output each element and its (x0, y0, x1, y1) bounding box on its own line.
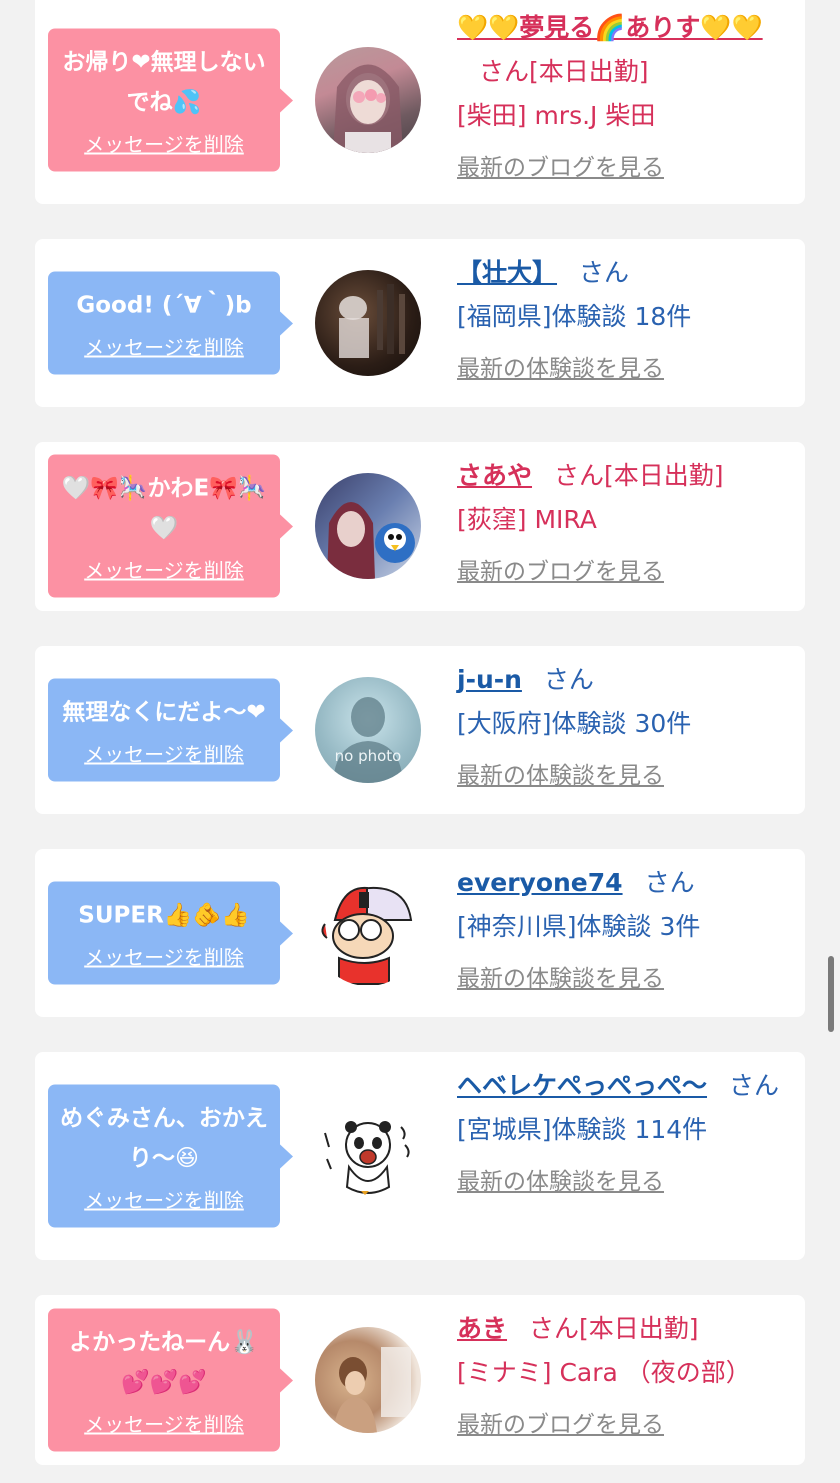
view-latest-link[interactable]: 最新のブログを見る (457, 552, 664, 586)
message-card: お帰り❤無理しないでね💦 メッセージを削除 💛💛夢見る🌈ありす💛💛 さん[本日出勤… (35, 0, 805, 204)
shop-label: [ミナミ] Cara （夜の部） (457, 1358, 751, 1387)
san-label: さん[本日出勤] (479, 57, 649, 86)
view-latest-link[interactable]: 最新のブログを見る (457, 148, 664, 182)
view-latest-link[interactable]: 最新の体験談を見る (457, 349, 664, 383)
avatar[interactable] (315, 270, 421, 376)
message-card: SUPER👍🫵👍 メッセージを削除 everyone74 さん [神奈川県]体験談… (35, 849, 805, 1017)
message-bubble: 🤍🎀🎠かわE🎀🎠🤍 メッセージを削除 (48, 454, 280, 598)
message-card: Good! (´∀｀)b メッセージを削除 【壮大】 さん [福岡県]体験談 18… (35, 239, 805, 407)
message-text: めぐみさん、おかえり〜😆 (60, 1105, 268, 1172)
delete-message-link[interactable]: メッセージを削除 (84, 1185, 244, 1214)
message-bubble: めぐみさん、おかえり〜😆 メッセージを削除 (48, 1084, 280, 1228)
avatar-photo-icon (327, 502, 415, 579)
user-info: j-u-n さん [大阪府]体験談 30件 最新の体験談を見る (457, 658, 791, 790)
message-bubble: 無理なくにだよ〜❤ メッセージを削除 (48, 678, 280, 782)
delete-message-link[interactable]: メッセージを削除 (84, 555, 244, 584)
user-name-link[interactable]: あき (457, 1314, 507, 1343)
review-count-label: [福岡県]体験談 18件 (457, 302, 692, 331)
message-text: 🤍🎀🎠かわE🎀🎠🤍 (61, 475, 267, 542)
avatar[interactable] (315, 1327, 421, 1433)
scrollbar[interactable] (828, 956, 834, 1032)
user-name-link[interactable]: 【壮大】 (457, 258, 557, 287)
avatar[interactable] (315, 473, 421, 579)
user-info: あき さん[本日出勤] [ミナミ] Cara （夜の部） 最新のブログを見る (457, 1307, 791, 1439)
review-count-label: [宮城県]体験談 114件 (457, 1115, 708, 1144)
view-latest-link[interactable]: 最新の体験談を見る (457, 1162, 664, 1196)
view-latest-link[interactable]: 最新の体験談を見る (457, 959, 664, 993)
message-card: よかったねーん🐰💕💕💕 メッセージを削除 あき さん[本日出勤] [ミナミ] Ca… (35, 1295, 805, 1465)
view-latest-link[interactable]: 最新のブログを見る (457, 1405, 664, 1439)
user-name-link[interactable]: everyone74 (457, 868, 623, 897)
message-text: お帰り❤無理しないでね💦 (62, 49, 266, 116)
san-label: さん[本日出勤] (529, 1314, 699, 1343)
avatar[interactable] (315, 880, 421, 986)
san-label: さん (579, 258, 630, 287)
cartoon-character-icon (321, 886, 413, 985)
user-name-link[interactable]: ヘベレケぺっぺっぺ〜 (457, 1071, 707, 1100)
message-card: 🤍🎀🎠かわE🎀🎠🤍 メッセージを削除 さあや さん[本日出勤] [荻窪] MIRA… (35, 442, 805, 611)
san-label: さん (729, 1071, 780, 1100)
no-photo-icon (333, 697, 403, 783)
san-label: さん (644, 868, 695, 897)
message-bubble: よかったねーん🐰💕💕💕 メッセージを削除 (48, 1308, 280, 1452)
user-name-link[interactable]: さあや (457, 461, 532, 490)
review-count-label: [神奈川県]体験談 3件 (457, 912, 701, 941)
user-name-link[interactable]: j-u-n (457, 665, 522, 694)
user-name-link[interactable]: 💛💛夢見る🌈ありす💛💛 (457, 13, 763, 42)
no-photo-label: no photo (334, 747, 402, 765)
message-bubble: Good! (´∀｀)b メッセージを削除 (48, 271, 280, 375)
san-label: さん[本日出勤] (554, 461, 724, 490)
delete-message-link[interactable]: メッセージを削除 (84, 942, 244, 971)
user-info: 💛💛夢見る🌈ありす💛💛 さん[本日出勤] [柴田] mrs.J 柴田 最新のブログ… (457, 6, 791, 182)
message-text: Good! (´∀｀)b (76, 292, 252, 319)
message-card: 無理なくにだよ〜❤ メッセージを削除 no photo j-u-n さん [大阪府… (35, 646, 805, 814)
avatar[interactable] (315, 47, 421, 153)
user-info: さあや さん[本日出勤] [荻窪] MIRA 最新のブログを見る (457, 454, 791, 586)
message-card: めぐみさん、おかえり〜😆 メッセージを削除 ヘベレケぺっぺっぺ〜 さん [宮城県]… (35, 1052, 805, 1260)
shop-label: [荻窪] MIRA (457, 505, 597, 534)
shop-label: [柴田] mrs.J 柴田 (457, 101, 656, 130)
avatar[interactable]: no photo (315, 677, 421, 783)
user-info: 【壮大】 さん [福岡県]体験談 18件 最新の体験談を見る (457, 251, 791, 383)
message-bubble: SUPER👍🫵👍 メッセージを削除 (48, 881, 280, 985)
delete-message-link[interactable]: メッセージを削除 (84, 129, 244, 158)
delete-message-link[interactable]: メッセージを削除 (84, 739, 244, 768)
message-text: 無理なくにだよ〜❤ (62, 699, 266, 726)
user-info: everyone74 さん [神奈川県]体験談 3件 最新の体験談を見る (457, 861, 791, 993)
message-text: よかったねーん🐰💕💕💕 (69, 1329, 259, 1396)
delete-message-link[interactable]: メッセージを削除 (84, 332, 244, 361)
panda-cartoon-icon (324, 1121, 410, 1195)
delete-message-link[interactable]: メッセージを削除 (84, 1409, 244, 1438)
avatar[interactable] (315, 1103, 421, 1209)
avatar-photo-icon (333, 1347, 411, 1433)
avatar-photo-icon (333, 64, 403, 153)
view-latest-link[interactable]: 最新の体験談を見る (457, 756, 664, 790)
user-info: ヘベレケぺっぺっぺ〜 さん [宮城県]体験談 114件 最新の体験談を見る (457, 1064, 791, 1196)
review-count-label: [大阪府]体験談 30件 (457, 709, 692, 738)
message-text: SUPER👍🫵👍 (78, 902, 250, 929)
san-label: さん (543, 665, 594, 694)
avatar-photo-icon (339, 284, 405, 358)
message-bubble: お帰り❤無理しないでね💦 メッセージを削除 (48, 28, 280, 172)
